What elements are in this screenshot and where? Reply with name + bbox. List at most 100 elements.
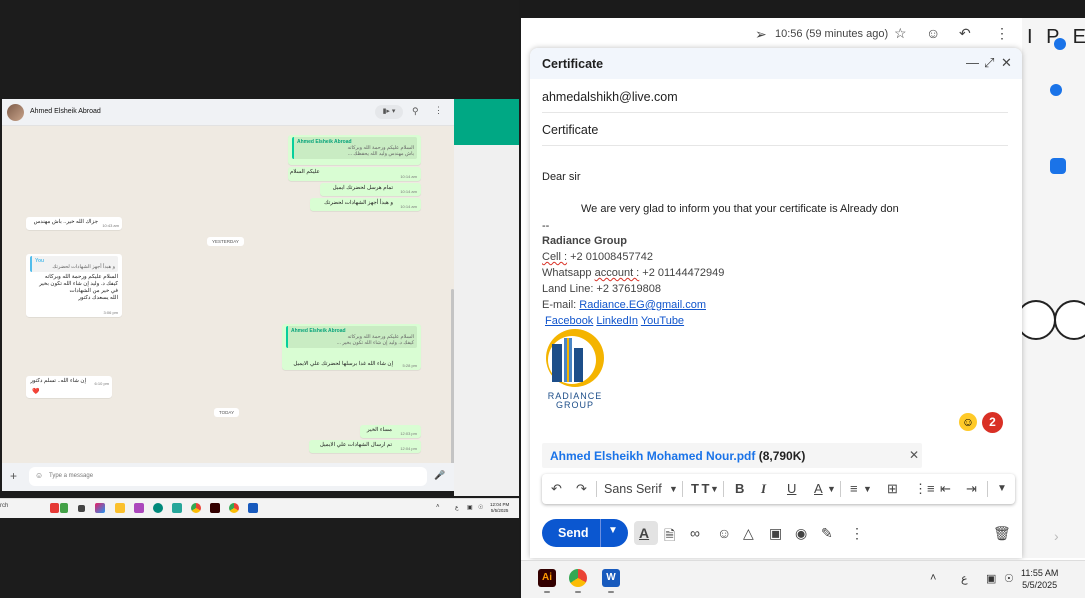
emoji-react-icon[interactable]: ☺	[926, 25, 940, 41]
drive-icon[interactable]: △	[743, 525, 754, 542]
subject-field[interactable]: Certificate	[542, 114, 1008, 146]
task-view-icon[interactable]	[78, 505, 85, 512]
font-dropdown-icon[interactable]: ▼	[669, 479, 678, 499]
more-icon[interactable]: ⋮	[995, 25, 1009, 42]
bold-icon[interactable]: B	[735, 479, 744, 499]
volume-icon[interactable]: ☉	[478, 504, 483, 511]
edge-check-icon[interactable]	[1054, 38, 1066, 50]
close-icon[interactable]: ✕	[1001, 55, 1012, 71]
align-dropdown-icon[interactable]: ▼	[863, 479, 872, 499]
colorful-app-icon[interactable]	[95, 503, 105, 513]
insert-photo-icon[interactable]: ▣	[769, 525, 782, 542]
formatting-options-icon[interactable]: A	[639, 525, 649, 541]
tray-chevron-icon[interactable]: ˄	[930, 572, 936, 584]
language-indicator[interactable]: ع	[961, 572, 968, 585]
message-bubble[interactable]: تمام هرسل لحضرتك ايميل 10:14 am	[320, 183, 421, 196]
text-color-dropdown-icon[interactable]: ▼	[827, 479, 836, 499]
redo-icon[interactable]: ↷	[576, 479, 587, 499]
youtube-link[interactable]: YouTube	[641, 315, 684, 327]
quoted-message[interactable]: Ahmed Elsheik Abroad السلام عليكم ورحمة …	[286, 326, 417, 348]
snip-tool-icon[interactable]	[134, 503, 144, 513]
bulleted-list-icon[interactable]: ⋮≡	[914, 479, 935, 499]
more-formatting-icon[interactable]: ▼	[997, 479, 1007, 499]
star-icon[interactable]: ☆	[894, 25, 907, 42]
leaf-app-icon[interactable]	[60, 503, 68, 513]
chrome-icon[interactable]	[191, 503, 201, 513]
to-field[interactable]: ahmedalshikh@live.com	[542, 81, 1008, 113]
message-bubble[interactable]: Ahmed Elsheik Abroad السلام عليكم ورحمة …	[282, 324, 421, 370]
attachment-label[interactable]: Ahmed Elsheikh Mohamed Nour.pdf (8,790K)	[550, 449, 805, 463]
attach-plus-icon[interactable]: +	[10, 469, 17, 483]
contact-name[interactable]: Ahmed Elsheik Abroad	[30, 108, 101, 115]
italic-icon[interactable]: I	[761, 479, 766, 499]
edge-icon[interactable]	[153, 503, 163, 513]
chat-app-icon[interactable]	[50, 503, 59, 513]
message-bubble[interactable]: تم ارسال الشهادات علي الايميل 12:04 pm	[309, 440, 421, 453]
discard-draft-icon[interactable]: 🗑	[993, 525, 1011, 542]
emoji-icon[interactable]: ☺	[35, 471, 43, 480]
word-icon[interactable]	[248, 503, 258, 513]
signature-icon[interactable]: ✎	[821, 525, 833, 542]
quoted-message[interactable]: Ahmed Elsheik Abroad السلام عليكم ورحمة …	[292, 137, 417, 159]
font-select[interactable]: Sans Serif	[604, 479, 662, 499]
send-button[interactable]: Send	[558, 526, 589, 540]
email-link[interactable]: Radiance.EG@gmail.com	[579, 299, 706, 311]
insert-link-icon[interactable]: ∞	[690, 525, 700, 541]
attachment-chip[interactable]: Ahmed Elsheikh Mohamed Nour.pdf (8,790K)…	[542, 443, 922, 468]
video-call-icon[interactable]: ▮▸ ▾	[375, 105, 403, 119]
facebook-link[interactable]: Facebook	[545, 315, 593, 327]
network-icon[interactable]: ▣	[467, 504, 473, 511]
next-arrow-icon[interactable]: ›	[1054, 528, 1059, 544]
indent-less-icon[interactable]: ⇤	[940, 479, 951, 499]
illustrator-icon[interactable]	[210, 503, 220, 513]
text-size-dropdown-icon[interactable]: ▼	[710, 479, 719, 499]
grammar-badge[interactable]: 2	[982, 412, 1003, 433]
undo-icon[interactable]: ↶	[551, 479, 562, 499]
taskbar-search[interactable]: rch	[0, 503, 8, 509]
contact-avatar[interactable]	[7, 104, 24, 121]
text-color-icon[interactable]: A	[814, 479, 823, 499]
taskbar-clock[interactable]: 11:55 AM 5/5/2025	[1021, 567, 1058, 591]
tray-chevron-icon[interactable]: ˄	[436, 504, 440, 510]
message-bubble[interactable]: You و هبدأ أجهز الشهادات لحضرتك السلام ع…	[26, 254, 122, 317]
message-bubble[interactable]: و هبدأ أجهز الشهادات لحضرتك 10:14 am	[310, 198, 421, 211]
chrome-profile-icon[interactable]	[229, 503, 239, 513]
numbered-list-icon[interactable]: ⊞	[887, 479, 898, 499]
taskbar-clock[interactable]: 12:04 PM 5/5/2025	[490, 502, 509, 514]
illustrator-icon[interactable]: Ai	[538, 569, 556, 587]
message-bubble[interactable]: Ahmed Elsheik Abroad السلام عليكم ورحمة …	[288, 135, 421, 165]
underline-icon[interactable]: U	[787, 479, 796, 499]
indent-more-icon[interactable]: ⇥	[966, 479, 977, 499]
person-icon[interactable]	[1050, 84, 1062, 96]
language-indicator[interactable]: ع	[455, 504, 459, 511]
word-icon[interactable]: W	[602, 569, 620, 587]
quoted-message[interactable]: You و هبدأ أجهز الشهادات لحضرتك	[30, 256, 118, 272]
remove-attachment-icon[interactable]: ✕	[909, 448, 919, 462]
microphone-icon[interactable]: 🎤	[434, 470, 445, 481]
send-options-icon[interactable]: ▼	[608, 525, 618, 536]
message-bubble[interactable]: إن شاء الله.. تسلم دكتور 6:10 pm ❤️	[26, 376, 112, 398]
confidential-mode-icon[interactable]: ◉	[795, 525, 807, 542]
menu-icon[interactable]: ⋮	[434, 105, 443, 116]
volume-icon[interactable]: ☉	[1004, 572, 1014, 585]
minimize-icon[interactable]: —	[966, 55, 979, 70]
message-bubble[interactable]: مساء الخير 12:03 pm	[360, 425, 421, 438]
network-icon[interactable]: ▣	[986, 572, 996, 585]
search-icon[interactable]: ⚲	[412, 106, 419, 117]
text-size-icon[interactable]: T T	[691, 479, 709, 499]
message-input[interactable]: ☺ Type a message	[29, 467, 427, 486]
insert-emoji-icon[interactable]: ☺	[717, 525, 731, 541]
align-icon[interactable]: ≡	[850, 479, 858, 499]
reply-icon[interactable]: ↶	[959, 25, 971, 42]
message-bubble[interactable]: جزاك الله خير.. باش مهندس 10:43 am	[26, 217, 122, 230]
attach-file-icon[interactable]: 🗎	[664, 525, 675, 549]
linkedin-link[interactable]: LinkedIn	[596, 315, 638, 327]
folder-icon[interactable]	[115, 503, 125, 513]
more-options-icon[interactable]: ⋮	[850, 525, 864, 542]
message-bubble[interactable]: عليكم السلام 10:14 am	[288, 167, 421, 181]
video-icon[interactable]	[1050, 158, 1066, 174]
chrome-icon[interactable]	[569, 569, 587, 587]
notes-app-icon[interactable]	[172, 503, 182, 513]
expand-icon[interactable]: ⤢	[984, 55, 994, 71]
smiley-emoji-icon[interactable]: ☺	[959, 413, 977, 431]
